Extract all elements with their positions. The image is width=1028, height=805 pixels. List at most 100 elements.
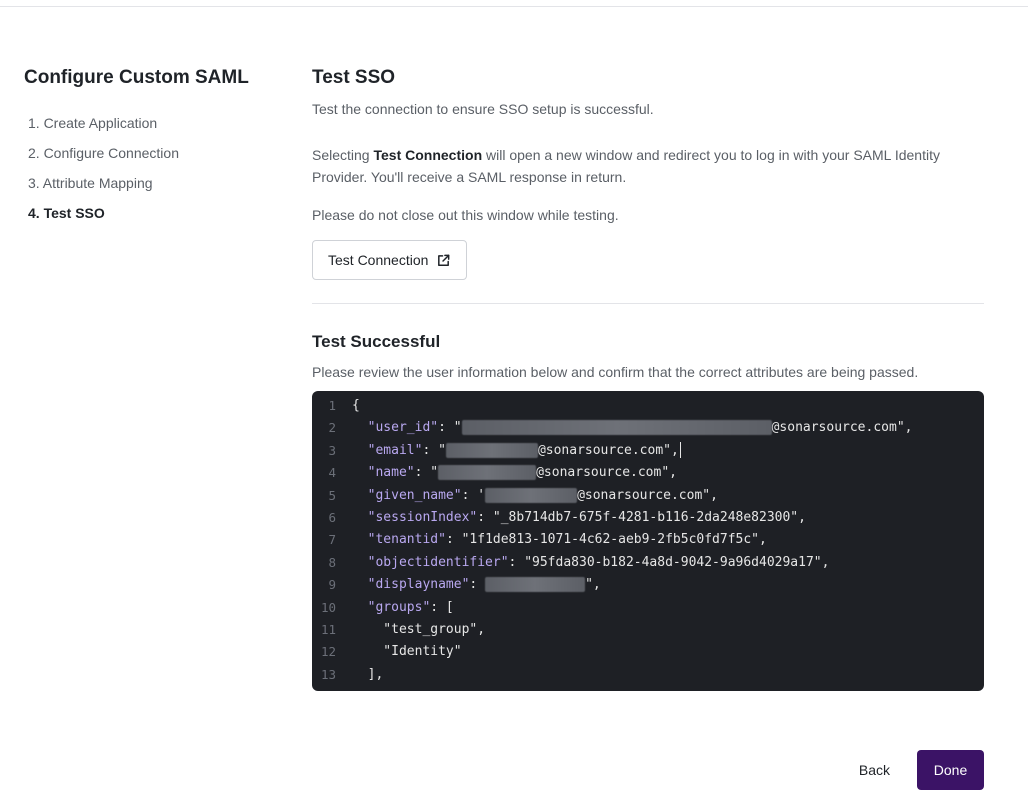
json-value: : (445, 532, 462, 548)
code-text: "email": " @sonarsource.com", (352, 440, 681, 462)
saml-response-code[interactable]: 1{2 "user_id": " @sonarsource.com", 3 "ema… (312, 391, 984, 691)
result-description: Please review the user information below… (312, 364, 919, 380)
step-attribute-mapping[interactable]: 3. Attribute Mapping (24, 168, 284, 198)
line-number: 8 (328, 554, 336, 570)
json-key: "name" (367, 465, 415, 481)
json-value (352, 488, 368, 503)
json-key: "objectidentifier" (367, 554, 509, 570)
code-line: 1{ (312, 395, 984, 417)
json-value: "test_group", (352, 621, 486, 637)
code-line: 9 "displayname": ", (312, 574, 984, 596)
json-value (352, 600, 368, 615)
step-configure-connection[interactable]: 2. Configure Connection (24, 138, 284, 168)
json-key: "email" (367, 442, 423, 458)
json-key: "given_name" (367, 487, 462, 503)
main-panel: Test SSO Test the connection to ensure S… (312, 64, 984, 691)
code-line: 10 "groups": [ (312, 597, 984, 619)
code-text: "tenantid": "1f1de813-1071-4c62-aeb9-2fb… (352, 529, 767, 551)
test-connection-label: Test Connection (328, 252, 429, 268)
line-number: 13 (320, 666, 336, 682)
line-number: 3 (328, 442, 336, 458)
json-value (352, 577, 368, 592)
json-value (352, 420, 368, 435)
code-text: ], (352, 664, 384, 686)
top-divider (0, 6, 1028, 7)
json-value: "Identity" (352, 644, 462, 660)
code-text: "user_id": " @sonarsource.com", (352, 417, 912, 439)
warning-text: Please do not close out this window whil… (312, 207, 619, 223)
line-number: 9 (328, 577, 336, 593)
intro-text: Test the connection to ensure SSO setup … (312, 101, 654, 117)
json-key: "displayname" (367, 577, 470, 593)
code-line: 8 "objectidentifier": "95fda830-b182-4a8… (312, 552, 984, 574)
test-connection-button[interactable]: Test Connection (312, 240, 468, 280)
line-number: 5 (328, 487, 336, 503)
code-text: "objectidentifier": "95fda830-b182-4a8d-… (352, 552, 830, 574)
back-button[interactable]: Back (844, 750, 905, 790)
json-value (352, 465, 368, 480)
json-value: { (352, 398, 360, 413)
sidebar: Configure Custom SAML 1. Create Applicat… (24, 64, 284, 228)
line-number: 7 (328, 532, 336, 548)
line-number: 11 (320, 621, 336, 637)
code-line: 13 ], (312, 664, 984, 686)
code-line: 7 "tenantid": "1f1de813-1071-4c62-aeb9-2… (312, 529, 984, 551)
json-value: ], (352, 666, 384, 682)
code-text: "groups": [ (352, 597, 454, 619)
json-key: "tenantid" (367, 532, 446, 548)
json-value: : (508, 554, 525, 570)
json-value: @sonarsource.com", (771, 420, 913, 436)
selecting-text: Selecting Test Connection will open a ne… (312, 144, 984, 188)
line-number: 1 (328, 398, 336, 413)
line-number: 4 (328, 465, 336, 481)
json-key: "sessionIndex" (367, 509, 478, 525)
json-value (352, 443, 368, 458)
sidebar-title: Configure Custom SAML (24, 67, 249, 88)
code-line: 4 "name": " @sonarsource.com", (312, 462, 984, 484)
code-text: "test_group", (352, 619, 485, 641)
json-value: "_8b714db7-675f-4281-b116-2da248e82300", (492, 509, 806, 525)
json-value: : ' (461, 487, 486, 503)
code-line: 5 "given_name": ' @sonarsource.com", (312, 485, 984, 507)
selecting-text-pre: Selecting (312, 147, 374, 163)
footer-actions: Back Done (844, 750, 984, 790)
json-value: ", (585, 577, 601, 593)
code-line: 12 "Identity" (312, 641, 984, 663)
step-test-sso[interactable]: 4. Test SSO (24, 198, 284, 228)
selecting-text-bold: Test Connection (373, 147, 483, 163)
json-value: @sonarsource.com", (577, 487, 718, 503)
json-value (352, 555, 368, 570)
json-value: @sonarsource.com", (536, 465, 677, 481)
code-line: 2 "user_id": " @sonarsource.com", (312, 417, 984, 439)
page-title: Test SSO (312, 67, 396, 88)
json-value: : (469, 577, 486, 593)
redacted-value (485, 577, 586, 593)
json-value: @sonarsource.com", (537, 442, 679, 458)
line-number: 12 (320, 644, 336, 660)
code-text: "given_name": ' @sonarsource.com", (352, 485, 718, 507)
json-value: : " (422, 442, 446, 458)
code-text: "name": " @sonarsource.com", (352, 462, 677, 484)
done-button[interactable]: Done (917, 750, 984, 790)
json-value: : " (414, 465, 439, 481)
json-value: : (477, 509, 493, 525)
code-line: 6 "sessionIndex": "_8b714db7-675f-4281-b… (312, 507, 984, 529)
code-text: "Identity" (352, 641, 462, 663)
code-text: { (352, 395, 360, 417)
line-number: 2 (328, 420, 336, 436)
json-value: "95fda830-b182-4a8d-9042-9a96d4029a17", (524, 554, 830, 570)
code-text: "displayname": ", (352, 574, 601, 596)
section-divider (312, 303, 984, 304)
redacted-value (485, 487, 578, 503)
text-caret (679, 442, 681, 459)
json-key: "user_id" (367, 420, 439, 436)
step-create-application[interactable]: 1. Create Application (24, 108, 284, 138)
json-value (352, 532, 368, 547)
json-value: "1f1de813-1071-4c62-aeb9-2fb5c0fd7f5c", (461, 532, 767, 548)
code-line: 11 "test_group", (312, 619, 984, 641)
line-number: 10 (320, 599, 336, 615)
result-title: Test Successful (312, 332, 441, 351)
external-link-icon (438, 254, 450, 266)
json-value: : " (438, 420, 462, 436)
redacted-value (461, 420, 772, 436)
